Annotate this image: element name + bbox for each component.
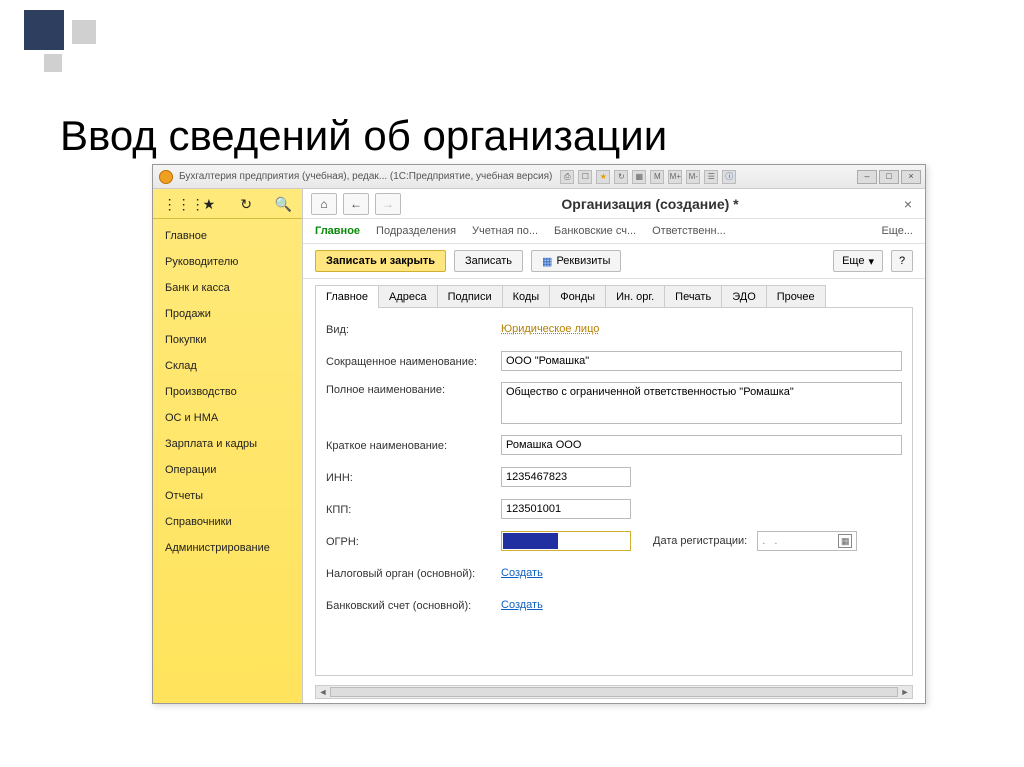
short-name-input[interactable] — [501, 351, 902, 371]
chevron-down-icon: ▾ — [868, 255, 874, 268]
calc-icon[interactable]: ▦ — [632, 170, 646, 184]
m-minus-btn[interactable]: M- — [686, 170, 700, 184]
sidebar: ⋮⋮⋮ ★ ↻ 🔍 ГлавноеРуководителюБанк и касс… — [153, 189, 303, 703]
form-tab-3[interactable]: Коды — [502, 285, 551, 308]
sidebar-toolbar: ⋮⋮⋮ ★ ↻ 🔍 — [153, 189, 302, 219]
reg-date-value: . . — [762, 535, 832, 547]
form-tab-0[interactable]: Главное — [315, 285, 379, 308]
label-bank-acc: Банковский счет (основной): — [326, 598, 501, 612]
reg-date-input[interactable]: . . ▦ — [757, 531, 857, 551]
kpp-input[interactable] — [501, 499, 631, 519]
action-bar: Записать и закрыть Записать ▦Реквизиты Е… — [303, 244, 925, 279]
ogrn-selection — [503, 533, 558, 549]
form-tab-5[interactable]: Ин. орг. — [605, 285, 665, 308]
full-name-input[interactable] — [501, 382, 902, 424]
label-full-name: Полное наименование: — [326, 382, 501, 396]
m-plus-btn[interactable]: M+ — [668, 170, 682, 184]
save-button[interactable]: Записать — [454, 250, 523, 272]
ogrn-input[interactable] — [501, 531, 631, 551]
form-tab-7[interactable]: ЭДО — [721, 285, 767, 308]
sidebar-item-4[interactable]: Покупки — [153, 327, 302, 353]
main-panel: ⌂ ← → Организация (создание) * × Главное… — [303, 189, 925, 703]
page-close-button[interactable]: × — [899, 196, 917, 212]
section-tab-0[interactable]: Главное — [315, 225, 360, 237]
sidebar-item-3[interactable]: Продажи — [153, 301, 302, 327]
forward-button[interactable]: → — [375, 193, 401, 215]
form-panel: Вид: Юридическое лицо Сокращенное наимен… — [315, 307, 913, 676]
save-close-button[interactable]: Записать и закрыть — [315, 250, 446, 272]
section-tab-3[interactable]: Банковские сч... — [554, 225, 636, 237]
sidebar-item-1[interactable]: Руководителю — [153, 249, 302, 275]
favorite-icon[interactable]: ★ — [200, 195, 218, 213]
label-ogrn: ОГРН: — [326, 534, 501, 548]
form-tab-4[interactable]: Фонды — [549, 285, 606, 308]
label-inn: ИНН: — [326, 470, 501, 484]
label-vid: Вид: — [326, 322, 501, 336]
app-window: Бухгалтерия предприятия (учебная), редак… — [152, 164, 926, 704]
sidebar-item-10[interactable]: Отчеты — [153, 483, 302, 509]
vid-value[interactable]: Юридическое лицо — [501, 323, 599, 335]
maximize-button[interactable]: □ — [879, 170, 899, 184]
titlebar-tool-icons: ⎙ ☐ ★ ↻ ▦ M M+ M- ☰ ⓘ — [560, 170, 736, 184]
grid-icon[interactable]: ⋮⋮⋮ — [163, 195, 181, 213]
form-tab-1[interactable]: Адреса — [378, 285, 438, 308]
minimize-button[interactable]: – — [857, 170, 877, 184]
titlebar: Бухгалтерия предприятия (учебная), редак… — [153, 165, 925, 189]
print-icon[interactable]: ⎙ — [560, 170, 574, 184]
scroll-thumb[interactable] — [330, 687, 898, 697]
section-tab-5[interactable]: Еще... — [881, 225, 913, 237]
section-tab-4[interactable]: Ответственн... — [652, 225, 726, 237]
form-tab-6[interactable]: Печать — [664, 285, 722, 308]
sidebar-item-2[interactable]: Банк и касса — [153, 275, 302, 301]
scroll-right-arrow[interactable]: ► — [898, 686, 912, 698]
home-button[interactable]: ⌂ — [311, 193, 337, 215]
requisites-button[interactable]: ▦Реквизиты — [531, 250, 621, 272]
back-button[interactable]: ← — [343, 193, 369, 215]
form-tab-2[interactable]: Подписи — [437, 285, 503, 308]
label-short-name: Сокращенное наименование: — [326, 354, 501, 368]
section-tab-2[interactable]: Учетная по... — [472, 225, 538, 237]
more-button[interactable]: Еще ▾ — [833, 250, 883, 272]
section-tab-1[interactable]: Подразделения — [376, 225, 456, 237]
sidebar-item-6[interactable]: Производство — [153, 379, 302, 405]
m-btn[interactable]: M — [650, 170, 664, 184]
close-button[interactable]: × — [901, 170, 921, 184]
sidebar-item-8[interactable]: Зарплата и кадры — [153, 431, 302, 457]
label-tax-auth: Налоговый орган (основной): — [326, 566, 501, 580]
help-button[interactable]: ? — [891, 250, 913, 272]
form-tab-8[interactable]: Прочее — [766, 285, 826, 308]
scroll-left-arrow[interactable]: ◄ — [316, 686, 330, 698]
label-reg-date: Дата регистрации: — [653, 535, 747, 547]
sidebar-item-11[interactable]: Справочники — [153, 509, 302, 535]
slide-title: Ввод сведений об организации — [60, 112, 667, 160]
sidebar-item-12[interactable]: Администрирование — [153, 535, 302, 561]
doc-icon[interactable]: ☐ — [578, 170, 592, 184]
bullet-icon[interactable]: ☰ — [704, 170, 718, 184]
sidebar-item-5[interactable]: Склад — [153, 353, 302, 379]
sidebar-item-7[interactable]: ОС и НМА — [153, 405, 302, 431]
window-title: Бухгалтерия предприятия (учебная), редак… — [179, 171, 552, 182]
label-brief-name: Краткое наименование: — [326, 438, 501, 452]
form-tabs: ГлавноеАдресаПодписиКодыФондыИн. орг.Печ… — [303, 285, 925, 308]
bank-acc-create-link[interactable]: Создать — [501, 599, 543, 611]
app-icon — [159, 170, 173, 184]
page-title: Организация (создание) * — [407, 196, 893, 212]
horizontal-scrollbar[interactable]: ◄ ► — [315, 685, 913, 699]
label-kpp: КПП: — [326, 502, 501, 516]
more-label: Еще — [842, 255, 864, 267]
sidebar-item-0[interactable]: Главное — [153, 223, 302, 249]
tax-auth-create-link[interactable]: Создать — [501, 567, 543, 579]
star-icon[interactable]: ★ — [596, 170, 610, 184]
brief-name-input[interactable] — [501, 435, 902, 455]
sidebar-item-9[interactable]: Операции — [153, 457, 302, 483]
search-icon[interactable]: 🔍 — [274, 195, 292, 213]
requisites-label: Реквизиты — [556, 255, 610, 267]
history-icon[interactable]: ↻ — [614, 170, 628, 184]
section-tabs: Главное Подразделения Учетная по... Банковс… — [303, 219, 925, 244]
history-nav-icon[interactable]: ↻ — [237, 195, 255, 213]
info-icon[interactable]: ⓘ — [722, 170, 736, 184]
inn-input[interactable] — [501, 467, 631, 487]
calendar-icon[interactable]: ▦ — [838, 534, 852, 548]
